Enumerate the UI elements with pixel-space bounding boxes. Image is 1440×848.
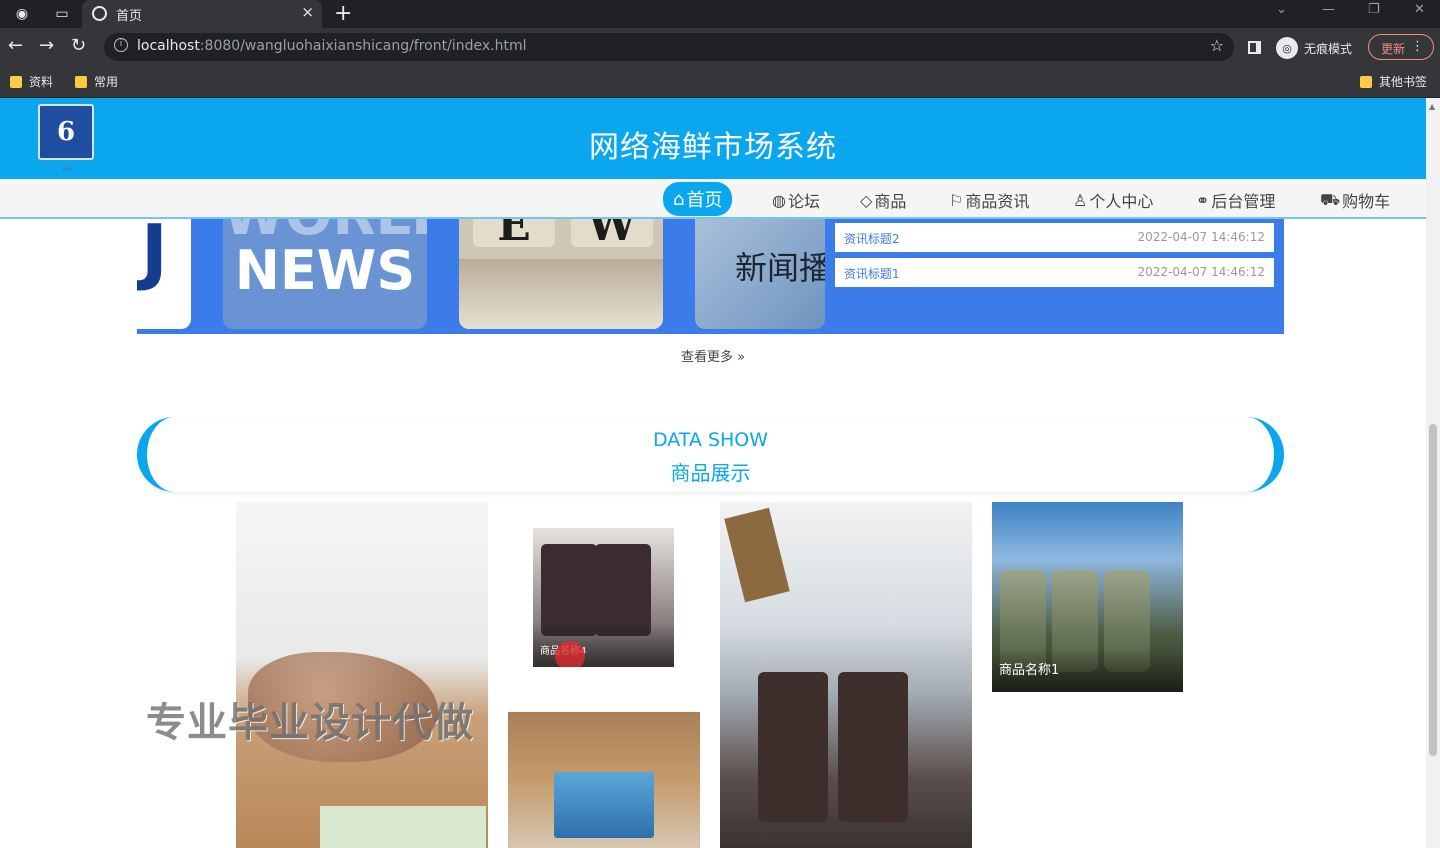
new-tab-icon[interactable]: + — [334, 1, 352, 26]
view-more-link[interactable]: 查看更多 » — [0, 346, 1426, 365]
nav-home[interactable]: ⌂ 首页 — [663, 182, 733, 216]
product-card[interactable] — [508, 712, 700, 848]
news-item[interactable]: 资讯标题2 2022-04-07 14:46:12 — [835, 223, 1274, 252]
scroll-up-icon[interactable]: ▲ — [1429, 102, 1435, 111]
user-icon: ♙ — [1073, 190, 1088, 210]
menu-dots-icon[interactable]: ⋮ — [1411, 39, 1424, 54]
nav-label: 购物车 — [1342, 192, 1391, 211]
back-icon[interactable]: ← — [8, 35, 23, 56]
news-image-broadcast[interactable]: 新闻播 — [695, 219, 825, 329]
minimize-icon[interactable]: — — [1322, 2, 1335, 17]
news-list: 资讯标题2 2022-04-07 14:46:12 资讯标题1 2022-04-… — [835, 223, 1274, 293]
news-title[interactable]: 资讯标题2 — [844, 230, 900, 247]
tab-search-icon[interactable]: ◉ — [12, 4, 32, 24]
site-header: 6 〰 网络海鲜市场系统 — [0, 98, 1426, 179]
site-title: 网络海鲜市场系统 — [589, 130, 837, 165]
tab-group-icon[interactable]: ▭ — [52, 4, 72, 24]
nav-user-center[interactable]: ♙ 个人中心 — [1073, 185, 1153, 215]
bookmark-label: 常用 — [94, 75, 119, 89]
incognito-icon: ◎ — [1276, 37, 1298, 59]
data-show-title-zh: 商品展示 — [670, 461, 751, 485]
bookmark-folder-ziliao[interactable]: 资料 — [10, 73, 53, 90]
tab-title: 首页 — [116, 9, 143, 24]
nav-admin[interactable]: ⚭ 后台管理 — [1196, 185, 1275, 215]
nav-label: 首页 — [686, 190, 723, 211]
incognito-label: 无痕模式 — [1304, 41, 1353, 56]
news-date: 2022-04-07 14:46:12 — [1137, 230, 1265, 244]
link-icon: ⚭ — [1196, 190, 1210, 210]
url-host: localhost — [137, 38, 200, 54]
news-section: J WORLD NEWS E W 新闻播 资讯标题2 2022-04-07 14… — [137, 219, 1284, 334]
address-bar[interactable]: i localhost:8080/wangluohaixianshicang/f… — [104, 33, 1234, 61]
mouse-cursor-highlight — [555, 641, 585, 667]
web-page: 6 〰 网络海鲜市场系统 ⌂ 首页 ◍ 论坛 ◇ 商品 ⚐ 商品资讯 ♙ 个人中心 ⚭ 后台… — [0, 98, 1440, 848]
scrollbar-thumb[interactable] — [1429, 424, 1437, 756]
news-title[interactable]: 资讯标题1 — [844, 265, 900, 282]
site-info-icon[interactable]: i — [114, 38, 128, 52]
page-scrollbar[interactable]: ▲ — [1426, 98, 1440, 848]
bookmark-star-icon[interactable]: ☆ — [1210, 36, 1224, 55]
nav-cart[interactable]: ⛟ 购物车 — [1320, 185, 1390, 215]
globe-icon — [92, 6, 107, 21]
nav-forum[interactable]: ◍ 论坛 — [772, 185, 820, 215]
url-text: localhost:8080/wangluohaixianshicang/fro… — [137, 38, 526, 54]
close-window-icon[interactable]: ✕ — [1414, 2, 1425, 17]
view-more-label: 查看更多 — [680, 350, 733, 365]
double-chevron-right-icon: » — [737, 350, 746, 365]
news-image-j[interactable]: J — [137, 219, 191, 329]
restore-icon[interactable]: ❐ — [1368, 2, 1380, 17]
watermark-text: 专业毕业设计代做 — [146, 700, 474, 746]
url-path: :8080/wangluohaixianshicang/front/index.… — [199, 38, 527, 54]
news-image-world-news[interactable]: WORLD NEWS — [223, 219, 427, 329]
news-date: 2022-04-07 14:46:12 — [1137, 265, 1265, 279]
nav-label: 论坛 — [787, 192, 820, 211]
nav-label: 商品资讯 — [965, 192, 1030, 211]
tag-icon: ◇ — [860, 190, 873, 210]
update-label: 更新 — [1381, 42, 1406, 56]
product-card[interactable] — [236, 502, 488, 848]
data-show-header: DATA SHOW 商品展示 — [137, 417, 1284, 492]
reload-icon[interactable]: ↻ — [71, 35, 86, 56]
folder-icon — [75, 75, 87, 88]
bookmark-label: 其他书签 — [1379, 75, 1428, 89]
bookmarks-bar: 资料 常用 其他书签 — [0, 66, 1440, 98]
globe-icon: ◍ — [772, 190, 786, 210]
product-card[interactable]: 商品名称1 — [992, 502, 1183, 692]
nav-label: 商品 — [874, 192, 907, 211]
side-panel-icon[interactable] — [1248, 41, 1261, 54]
forward-icon[interactable]: → — [39, 35, 54, 56]
browser-tab[interactable]: 首页 × — [82, 0, 322, 28]
nav-label: 个人中心 — [1089, 192, 1154, 211]
nav-label: 后台管理 — [1211, 192, 1276, 211]
news-item[interactable]: 资讯标题1 2022-04-07 14:46:12 — [835, 258, 1274, 287]
nav-products[interactable]: ◇ 商品 — [860, 185, 906, 215]
data-show-title-en: DATA SHOW — [652, 429, 769, 451]
browser-tab-strip: ◉ ▭ 首页 × + ⌄ — ❐ ✕ — [0, 0, 1440, 28]
flag-icon: ⚐ — [949, 190, 964, 210]
bookmark-label: 资料 — [29, 75, 54, 89]
update-button[interactable]: 更新 ⋮ — [1368, 34, 1434, 60]
folder-icon — [10, 75, 22, 88]
browser-toolbar: ← → ↻ i localhost:8080/wangluohaixianshi… — [0, 28, 1440, 66]
tab-close-icon[interactable]: × — [301, 3, 314, 21]
cart-icon: ⛟ — [1320, 189, 1341, 209]
incognito-indicator[interactable]: ◎ 无痕模式 — [1276, 37, 1352, 59]
bookmark-folder-changyong[interactable]: 常用 — [75, 73, 118, 90]
product-card[interactable]: 商品名称4 — [533, 528, 674, 667]
tab-dropdown-icon[interactable]: ⌄ — [1276, 2, 1287, 17]
site-nav: ⌂ 首页 ◍ 论坛 ◇ 商品 ⚐ 商品资讯 ♙ 个人中心 ⚭ 后台管理 ⛟ 购物车 — [0, 179, 1426, 219]
product-name: 商品名称1 — [999, 663, 1060, 678]
product-card[interactable] — [720, 502, 972, 848]
home-icon: ⌂ — [673, 188, 685, 210]
news-image-letter-tiles[interactable]: E W — [459, 219, 663, 329]
bookmark-folder-other[interactable]: 其他书签 — [1360, 73, 1427, 90]
nav-product-news[interactable]: ⚐ 商品资讯 — [949, 185, 1029, 215]
folder-icon — [1360, 75, 1372, 88]
